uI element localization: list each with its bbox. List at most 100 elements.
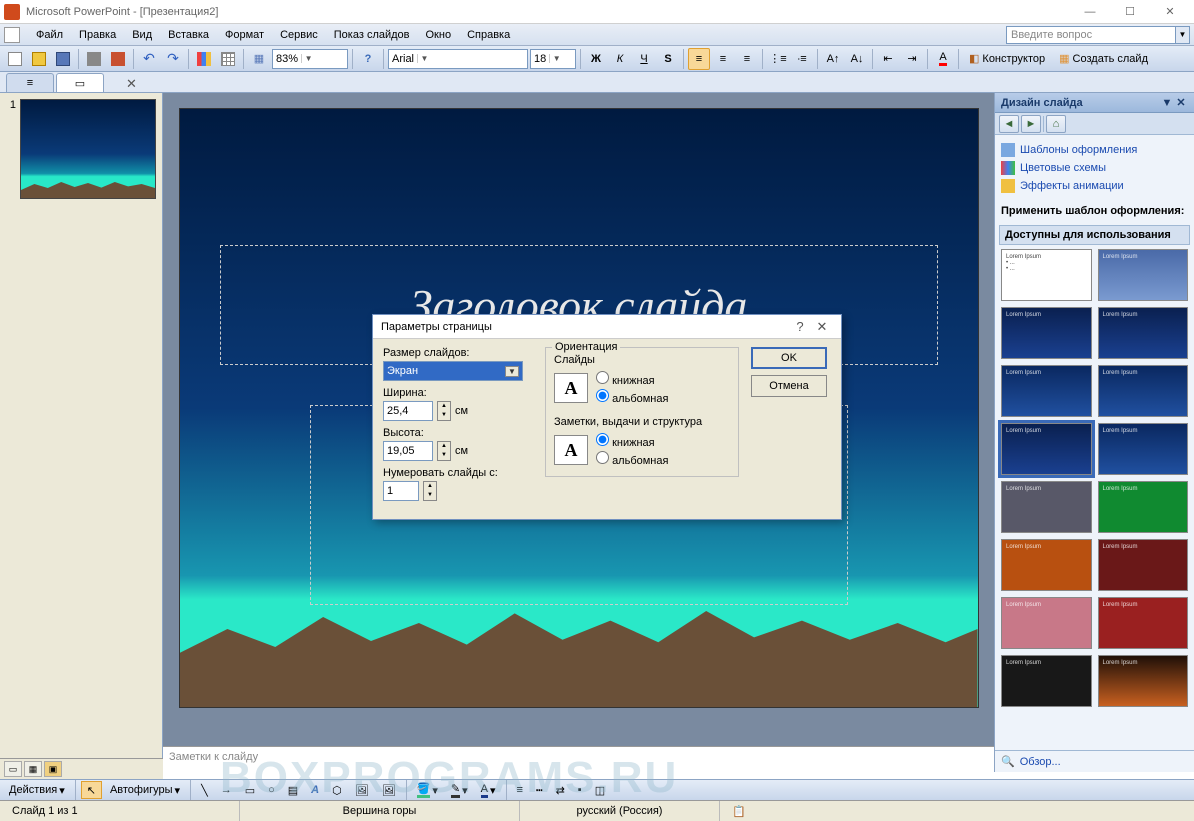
grid-button[interactable]: ▦ <box>248 48 270 70</box>
arrow-style-tool[interactable]: ⇄ <box>551 781 570 799</box>
italic-button[interactable]: К <box>609 48 631 70</box>
fontsize-combo[interactable]: 18▼ <box>530 49 576 69</box>
template-item[interactable]: Lorem Ipsum <box>1001 539 1092 591</box>
slideshow-view-button[interactable]: ▣ <box>44 761 62 777</box>
dialog-close-button[interactable]: ✕ <box>811 319 833 335</box>
template-item[interactable]: Lorem Ipsum <box>1098 597 1189 649</box>
document-icon[interactable] <box>4 27 20 43</box>
panel-close-icon[interactable]: ✕ <box>126 76 137 92</box>
redo-button[interactable]: ↷ <box>162 48 184 70</box>
select-tool[interactable]: ↖ <box>81 781 102 799</box>
template-item[interactable]: Lorem Ipsum <box>1098 423 1189 475</box>
nav-forward-button[interactable]: ► <box>1021 115 1041 133</box>
increase-font-button[interactable]: A↑ <box>822 48 844 70</box>
bullets-button[interactable]: ∙≡ <box>791 48 813 70</box>
template-item[interactable]: Lorem Ipsum <box>1098 655 1189 707</box>
increase-indent-button[interactable]: ⇥ <box>901 48 923 70</box>
template-item[interactable]: Lorem Ipsum <box>1098 481 1189 533</box>
shadow-button[interactable]: S <box>657 48 679 70</box>
maximize-button[interactable]: ☐ <box>1110 1 1150 23</box>
template-item[interactable]: Lorem Ipsum <box>1001 597 1092 649</box>
browse-link[interactable]: 🔍Обзор... <box>995 750 1194 772</box>
autoshapes-menu[interactable]: Автофигуры ▾ <box>105 781 185 799</box>
oval-tool[interactable]: ○ <box>263 781 280 799</box>
decrease-indent-button[interactable]: ⇤ <box>877 48 899 70</box>
new-button[interactable] <box>4 48 26 70</box>
width-spinner[interactable]: ▲▼ <box>437 401 451 421</box>
font-color-button[interactable]: A <box>932 48 954 70</box>
shadow-tool[interactable]: ▪ <box>573 781 587 799</box>
bold-button[interactable]: Ж <box>585 48 607 70</box>
status-language[interactable]: русский (Россия) <box>520 801 720 821</box>
align-right-button[interactable]: ≡ <box>736 48 758 70</box>
outline-tab[interactable]: ≡ <box>6 73 54 92</box>
underline-button[interactable]: Ч <box>633 48 655 70</box>
slides-tab[interactable]: ▭ <box>56 73 104 92</box>
menu-slideshow[interactable]: Показ слайдов <box>326 27 418 43</box>
align-left-button[interactable]: ≡ <box>688 48 710 70</box>
help-dropdown[interactable]: ▼ <box>1176 26 1190 44</box>
template-item[interactable]: Lorem Ipsum <box>1098 307 1189 359</box>
help-button[interactable]: ? <box>357 48 379 70</box>
diagram-tool[interactable]: ⬡ <box>327 781 347 799</box>
template-item[interactable]: Lorem Ipsum <box>1001 365 1092 417</box>
line-tool[interactable]: ╲ <box>196 781 213 799</box>
minimize-button[interactable]: — <box>1070 1 1110 23</box>
clipart-tool[interactable]: 🖼 <box>350 781 374 799</box>
rectangle-tool[interactable]: ▭ <box>240 781 260 799</box>
taskpane-close[interactable]: ✕ <box>1174 96 1188 109</box>
dialog-help-button[interactable]: ? <box>789 319 811 334</box>
fill-color-tool[interactable]: 🪣▾ <box>412 781 443 799</box>
taskpane-dropdown[interactable]: ▼ <box>1160 97 1174 109</box>
templates-link[interactable]: Шаблоны оформления <box>1001 141 1188 159</box>
numbering-button[interactable]: ⋮≡ <box>767 48 789 70</box>
notes-landscape-radio[interactable]: альбомная <box>596 450 668 468</box>
cancel-button[interactable]: Отмена <box>751 375 827 397</box>
menu-file[interactable]: Файл <box>28 27 71 43</box>
textbox-tool[interactable]: ▤ <box>283 781 303 799</box>
height-input[interactable] <box>383 441 433 461</box>
template-item[interactable]: Lorem Ipsum <box>1001 655 1092 707</box>
number-spinner[interactable]: ▲▼ <box>423 481 437 501</box>
table-button[interactable] <box>217 48 239 70</box>
arrow-tool[interactable]: → <box>216 781 237 799</box>
menu-window[interactable]: Окно <box>418 27 460 43</box>
template-item[interactable]: Lorem Ipsum• ...• ... <box>1001 249 1092 301</box>
picture-tool[interactable]: 🖼 <box>377 781 401 799</box>
line-style-tool[interactable]: ≡ <box>512 781 528 799</box>
nav-home-button[interactable]: ⌂ <box>1046 115 1066 133</box>
undo-button[interactable]: ↶ <box>138 48 160 70</box>
ok-button[interactable]: OK <box>751 347 827 369</box>
chart-button[interactable] <box>193 48 215 70</box>
menu-view[interactable]: Вид <box>124 27 160 43</box>
font-combo[interactable]: Arial▼ <box>388 49 528 69</box>
menu-edit[interactable]: Правка <box>71 27 124 43</box>
menu-tools[interactable]: Сервис <box>272 27 326 43</box>
zoom-combo[interactable]: 83%▼ <box>272 49 348 69</box>
decrease-font-button[interactable]: A↓ <box>846 48 868 70</box>
notes-pane[interactable]: Заметки к слайду <box>163 746 994 772</box>
width-input[interactable] <box>383 401 433 421</box>
permission-button[interactable] <box>107 48 129 70</box>
colorschemes-link[interactable]: Цветовые схемы <box>1001 159 1188 177</box>
number-input[interactable] <box>383 481 419 501</box>
wordart-tool[interactable]: A <box>306 781 324 799</box>
newslide-button[interactable]: ▦Создать слайд <box>1053 48 1154 70</box>
font-color-tool[interactable]: A▾ <box>476 781 501 799</box>
template-item-selected[interactable]: Lorem Ipsum <box>1001 423 1092 475</box>
menu-help[interactable]: Справка <box>459 27 518 43</box>
template-item[interactable]: Lorem Ipsum <box>1098 539 1189 591</box>
normal-view-button[interactable]: ▭ <box>4 761 22 777</box>
sorter-view-button[interactable]: ▦ <box>24 761 42 777</box>
designer-button[interactable]: ◧Конструктор <box>963 48 1051 70</box>
template-item[interactable]: Lorem Ipsum <box>1098 249 1189 301</box>
menu-format[interactable]: Формат <box>217 27 272 43</box>
slides-landscape-radio[interactable]: альбомная <box>596 388 668 406</box>
template-item[interactable]: Lorem Ipsum <box>1001 307 1092 359</box>
align-center-button[interactable]: ≡ <box>712 48 734 70</box>
print-button[interactable] <box>83 48 105 70</box>
template-item[interactable]: Lorem Ipsum <box>1098 365 1189 417</box>
notes-portrait-radio[interactable]: книжная <box>596 432 668 450</box>
size-combo[interactable]: Экран▼ <box>383 361 523 381</box>
slide-thumbnail[interactable] <box>20 99 156 199</box>
